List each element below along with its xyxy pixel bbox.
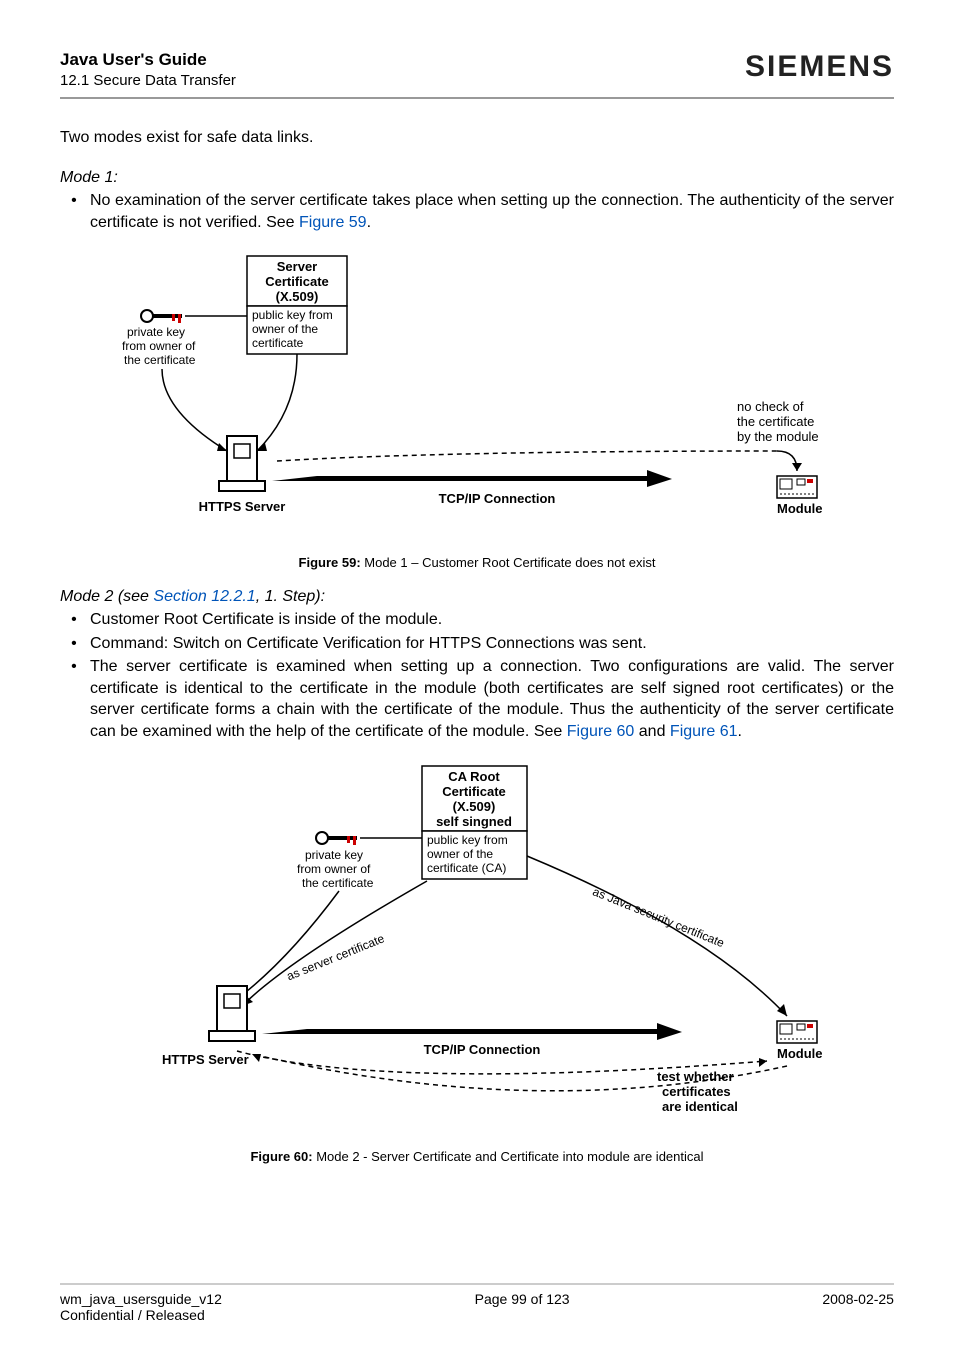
- svg-text:certificate: certificate: [252, 336, 304, 350]
- mode2-list: Customer Root Certificate is inside of t…: [60, 609, 894, 743]
- mode2-heading: Mode 2 (see Section 12.2.1, 1. Step):: [60, 586, 894, 608]
- figure-59: Server Certificate (X.509) public key fr…: [60, 251, 894, 571]
- footer-confidential: Confidential / Released: [60, 1307, 894, 1323]
- footer-doc-id: wm_java_usersguide_v12: [60, 1291, 222, 1307]
- mode2-bullet-2: Command: Switch on Certificate Verificat…: [90, 633, 894, 655]
- link-figure-59[interactable]: Figure 59: [299, 214, 367, 231]
- mode1-bullet: No examination of the server certificate…: [90, 190, 894, 233]
- svg-text:the certificate: the certificate: [124, 353, 196, 367]
- doc-title: Java User's Guide: [60, 50, 236, 70]
- svg-text:TCP/IP Connection: TCP/IP Connection: [424, 1042, 541, 1057]
- svg-text:public key from: public key from: [427, 833, 508, 847]
- svg-text:private key: private key: [127, 325, 185, 339]
- footer-page: Page 99 of 123: [475, 1291, 570, 1307]
- footer-date: 2008-02-25: [822, 1291, 894, 1307]
- svg-text:self singned: self singned: [436, 814, 512, 829]
- server-icon: [209, 986, 255, 1041]
- svg-text:Server: Server: [277, 259, 317, 274]
- doc-section: 12.1 Secure Data Transfer: [60, 72, 236, 89]
- svg-text:Certificate: Certificate: [265, 274, 329, 289]
- key-icon: [316, 832, 357, 845]
- svg-text:public key from: public key from: [252, 308, 333, 322]
- svg-text:from owner of: from owner of: [122, 339, 196, 353]
- link-figure-61[interactable]: Figure 61: [670, 723, 738, 740]
- intro-text: Two modes exist for safe data links.: [60, 127, 894, 149]
- mode2-bullet-3: The server certificate is examined when …: [90, 656, 894, 742]
- figure-59-caption: Figure 59: Mode 1 – Customer Root Certif…: [60, 554, 894, 572]
- svg-text:owner of the: owner of the: [427, 847, 493, 861]
- svg-text:are identical: are identical: [662, 1099, 738, 1114]
- svg-text:owner of the: owner of the: [252, 322, 318, 336]
- svg-text:from owner of: from owner of: [297, 862, 371, 876]
- siemens-logo: SIEMENS: [745, 50, 894, 84]
- server-icon: [219, 436, 265, 491]
- svg-text:as Java security certificate: as Java security certificate: [591, 884, 727, 950]
- svg-text:Module: Module: [777, 1046, 823, 1061]
- figure-60: CA Root Certificate (X.509) self singned…: [60, 761, 894, 1166]
- svg-text:Module: Module: [777, 501, 823, 516]
- mode1-list: No examination of the server certificate…: [60, 190, 894, 233]
- svg-text:the certificate: the certificate: [302, 876, 374, 890]
- page-header: Java User's Guide 12.1 Secure Data Trans…: [60, 50, 894, 99]
- svg-text:the certificate: the certificate: [737, 414, 814, 429]
- svg-text:test whether: test whether: [657, 1069, 734, 1084]
- link-figure-60[interactable]: Figure 60: [567, 723, 635, 740]
- svg-text:no check of: no check of: [737, 399, 804, 414]
- mode2-bullet-1: Customer Root Certificate is inside of t…: [90, 609, 894, 631]
- svg-text:CA Root: CA Root: [448, 769, 500, 784]
- link-section-1221[interactable]: Section 12.2.1: [153, 588, 255, 605]
- module-icon: [777, 1021, 817, 1043]
- svg-text:by the module: by the module: [737, 429, 819, 444]
- mode1-heading: Mode 1:: [60, 167, 894, 189]
- svg-text:HTTPS Server: HTTPS Server: [162, 1052, 249, 1067]
- page-footer: wm_java_usersguide_v12 Page 99 of 123 20…: [60, 1283, 894, 1323]
- svg-text:Certificate: Certificate: [442, 784, 506, 799]
- module-icon: [777, 476, 817, 498]
- key-icon: [141, 310, 182, 323]
- svg-text:(X.509): (X.509): [453, 799, 496, 814]
- svg-text:HTTPS Server: HTTPS Server: [199, 499, 286, 514]
- svg-text:TCP/IP Connection: TCP/IP Connection: [439, 491, 556, 506]
- figure-60-caption: Figure 60: Mode 2 - Server Certificate a…: [60, 1148, 894, 1166]
- svg-text:(X.509): (X.509): [276, 289, 319, 304]
- svg-text:certificate (CA): certificate (CA): [427, 861, 506, 875]
- header-left: Java User's Guide 12.1 Secure Data Trans…: [60, 50, 236, 89]
- svg-text:certificates: certificates: [662, 1084, 731, 1099]
- svg-text:private key: private key: [305, 848, 363, 862]
